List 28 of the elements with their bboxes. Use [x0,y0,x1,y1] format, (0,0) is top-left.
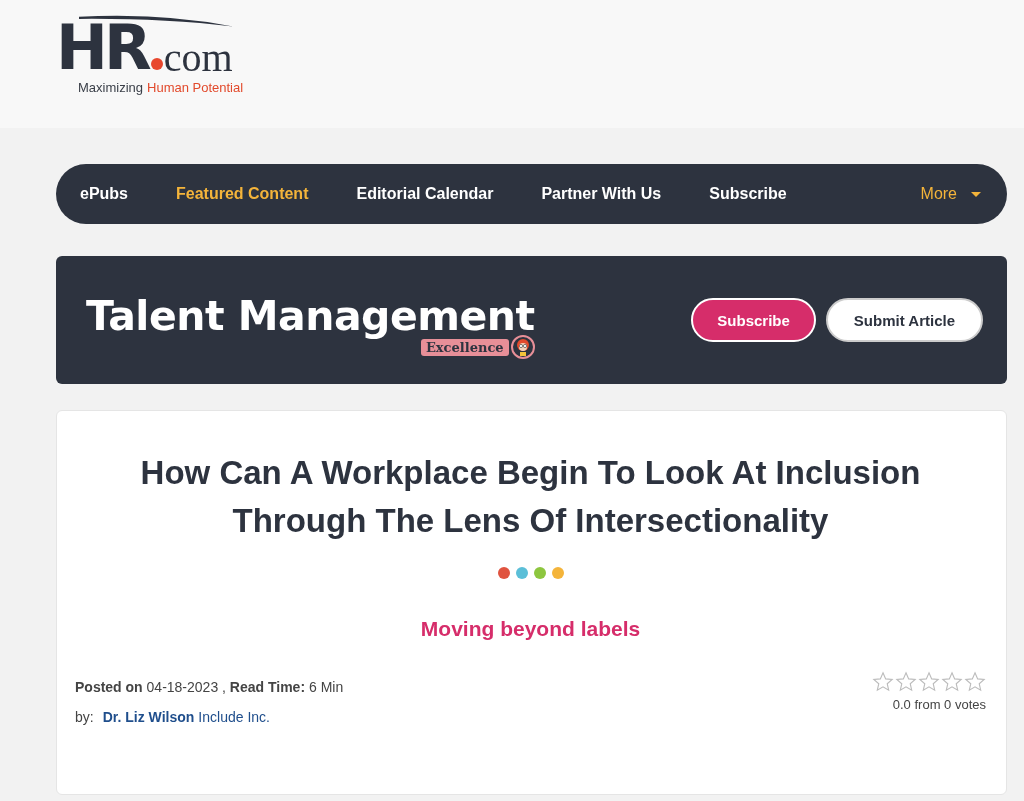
excellence-badge: Excellence [420,338,509,356]
byline-label: by: [75,709,94,725]
subscribe-button[interactable]: Subscribe [691,298,816,342]
nav-link[interactable]: Partner With Us [541,185,662,203]
nav-link[interactable]: Subscribe [709,185,787,203]
banner-title: Talent Management [86,291,535,341]
more-menu[interactable]: More [920,185,981,203]
nav-link[interactable]: Featured Content [176,185,309,203]
rating-text: 0.0 from 0 votes [892,697,986,712]
logo-dot-icon [150,58,163,70]
submit-article-button[interactable]: Submit Article [825,298,983,342]
post-meta: Posted on 04-18-2023 , Read Time: 6 Min [75,679,344,695]
star-icon[interactable] [918,671,940,693]
article-subtitle: Moving beyond labels [419,617,642,641]
nav-link[interactable]: Editorial Calendar [356,185,494,203]
tagline-text: Maximizing [78,80,143,95]
author-link[interactable]: Dr. Liz Wilson [102,709,195,725]
company-name: Include Inc. [198,709,270,725]
nav-link[interactable]: ePubs [80,185,128,203]
tagline-highlight: Human Potential [147,80,244,95]
logo-suffix: com [163,38,233,78]
caret-icon [971,191,981,197]
star-icon[interactable] [964,671,986,693]
star-icon[interactable] [941,671,963,693]
article-title: How Can A Workplace Begin To Look At Inclusion Through The Lens Of Intersectionality [139,453,922,541]
star-icon[interactable] [895,671,917,693]
logo-mark: HR [56,18,148,78]
star-icon[interactable] [872,671,894,693]
